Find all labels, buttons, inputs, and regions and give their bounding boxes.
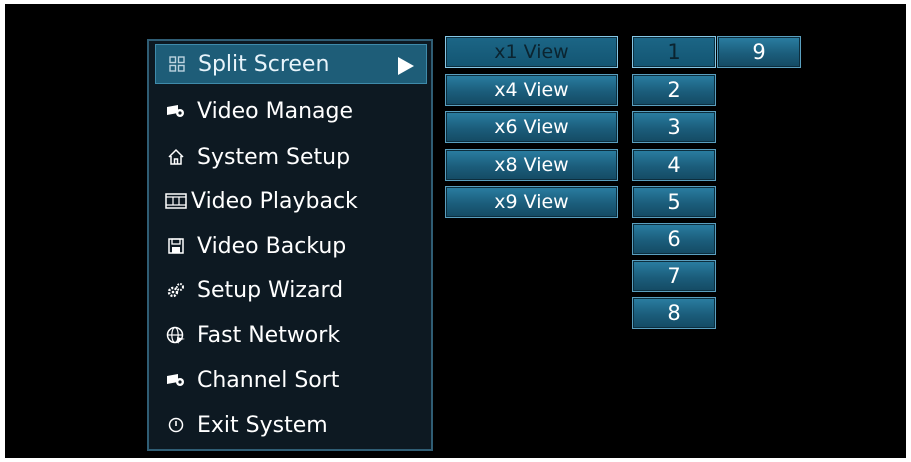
globe-icon: [165, 324, 187, 346]
channel-option-8[interactable]: 8: [632, 297, 716, 329]
channel-option-4[interactable]: 4: [632, 149, 716, 181]
menu-item-label: Video Manage: [197, 98, 354, 124]
menu-item-label: Split Screen: [198, 51, 330, 77]
menu-item-split-screen[interactable]: Split Screen: [155, 44, 427, 84]
channel-option-6[interactable]: 6: [632, 223, 716, 255]
menu-item-fast-network[interactable]: Fast Network: [155, 315, 427, 355]
film-icon: [165, 190, 187, 212]
main-menu: Split Screen Video Manage System Setup V…: [147, 39, 433, 451]
menu-item-label: Video Backup: [197, 233, 347, 259]
menu-item-video-backup[interactable]: Video Backup: [155, 226, 427, 266]
menu-item-video-playback[interactable]: Video Playback: [155, 181, 427, 221]
view-option-x6[interactable]: x6 View: [445, 111, 618, 143]
view-option-x1[interactable]: x1 View: [445, 36, 618, 68]
menu-item-label: Channel Sort: [197, 367, 340, 393]
view-option-x4[interactable]: x4 View: [445, 74, 618, 106]
menu-item-setup-wizard[interactable]: Setup Wizard: [155, 270, 427, 310]
menu-item-channel-sort[interactable]: Channel Sort: [155, 360, 427, 400]
channel-option-5[interactable]: 5: [632, 186, 716, 218]
channel-option-7[interactable]: 7: [632, 260, 716, 292]
menu-item-label: System Setup: [197, 144, 351, 170]
menu-item-label: Video Playback: [191, 188, 358, 214]
gears-icon: [165, 279, 187, 301]
camera-icon: [165, 100, 187, 122]
submenu-arrow-icon: [398, 56, 414, 81]
power-icon: [165, 414, 187, 436]
home-icon: [165, 146, 187, 168]
menu-item-system-setup[interactable]: System Setup: [155, 137, 427, 177]
channel-option-9[interactable]: 9: [717, 36, 801, 68]
menu-item-exit-system[interactable]: Exit System: [155, 405, 427, 445]
dvr-screen: Split Screen Video Manage System Setup V…: [5, 4, 906, 458]
camera-icon: [165, 369, 187, 391]
channel-option-1[interactable]: 1: [632, 36, 716, 68]
channel-option-2[interactable]: 2: [632, 74, 716, 106]
view-option-x8[interactable]: x8 View: [445, 149, 618, 181]
view-option-x9[interactable]: x9 View: [445, 186, 618, 218]
menu-item-video-manage[interactable]: Video Manage: [155, 91, 427, 131]
menu-item-label: Exit System: [197, 412, 328, 438]
menu-item-label: Fast Network: [197, 322, 341, 348]
grid-icon: [166, 53, 188, 75]
channel-option-3[interactable]: 3: [632, 111, 716, 143]
menu-item-label: Setup Wizard: [197, 277, 344, 303]
floppy-icon: [165, 235, 187, 257]
